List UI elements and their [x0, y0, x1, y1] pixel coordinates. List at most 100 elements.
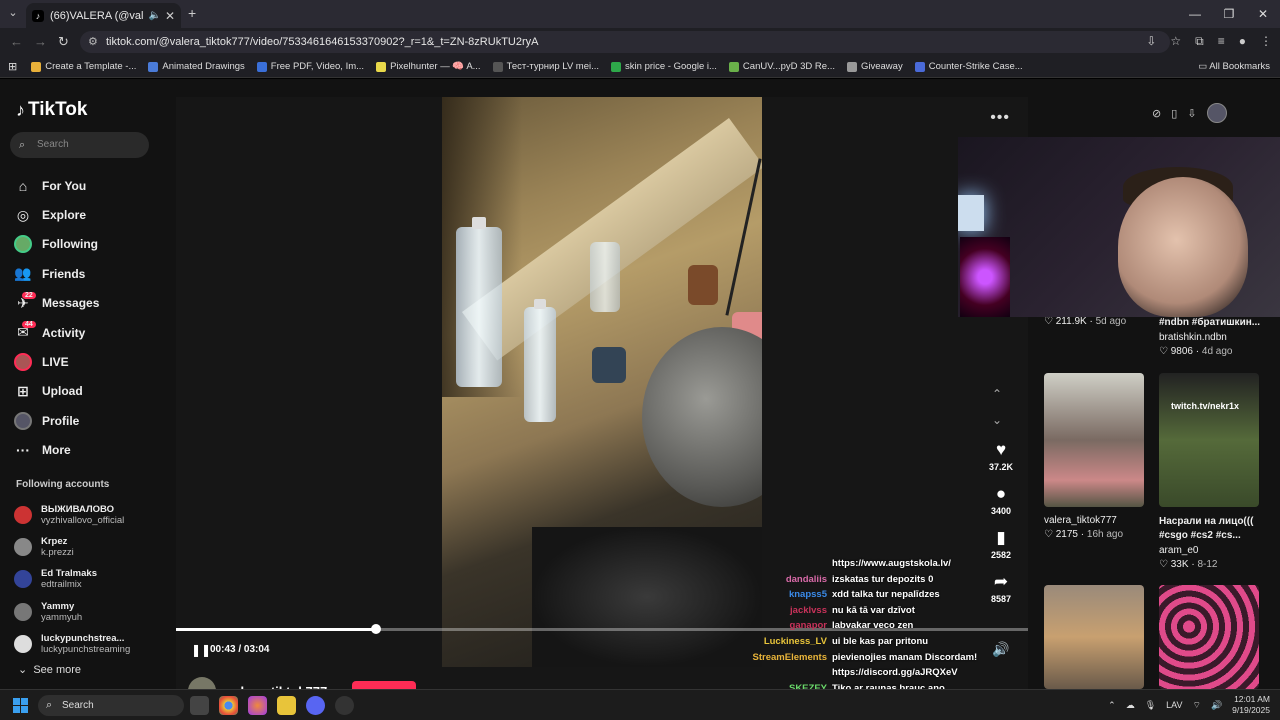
nav-item-upload[interactable]: ⊞ Upload [14, 377, 99, 406]
task-view-icon[interactable] [190, 696, 209, 715]
bookmark-item[interactable]: Giveaway [846, 61, 903, 72]
back-icon[interactable]: ← [10, 34, 23, 49]
nav-item-messages[interactable]: ✈ 22 Messages [14, 289, 99, 318]
device-icon[interactable]: ▯ [1171, 107, 1177, 120]
avatar [14, 538, 32, 557]
minimize-icon[interactable]: — [1178, 0, 1212, 28]
speaker-icon[interactable]: 🔊 [1211, 700, 1222, 711]
following-account[interactable]: Krpez k.prezzi [14, 531, 130, 563]
download-icon[interactable]: ⇩ [1187, 107, 1196, 120]
following-account[interactable]: luckypunchstrea... luckypunchstreaming [14, 628, 130, 660]
new-tab-icon[interactable]: + [188, 5, 196, 21]
url-field[interactable]: ⚙ tiktok.com/@valera_tiktok777/video/753… [80, 31, 1170, 53]
user-avatar[interactable] [1206, 103, 1227, 123]
nav-item-friends[interactable]: 👥 Friends [14, 259, 99, 288]
install-icon[interactable]: ⇩ [1146, 34, 1156, 49]
profile-icon[interactable]: ● [1239, 34, 1246, 49]
windows-start-icon[interactable] [13, 698, 28, 713]
bookmark-icon[interactable]: ▮ [980, 528, 1022, 548]
video-cup [590, 242, 620, 312]
chat-text: xdd talka tur nepalīdzes [832, 589, 940, 601]
tab-list-icon[interactable]: ⌄ [5, 6, 21, 22]
menu-icon[interactable]: ⋮ [1260, 34, 1272, 49]
nav-item-for-you[interactable]: ⌂ For You [14, 171, 99, 200]
video-thumbnail[interactable] [1044, 373, 1144, 507]
network-icon[interactable]: ☁ [1126, 700, 1135, 711]
see-more-button[interactable]: ⌄ See more [18, 663, 81, 676]
apps-icon[interactable]: ⊞ [8, 60, 17, 73]
video-thumbnail[interactable]: twitch.tv/nekr1x [1159, 373, 1259, 507]
video-frame[interactable] [442, 97, 762, 667]
chat-text: ui ble kas par pritonu [832, 635, 929, 647]
following-account[interactable]: ВЫЖИВАЛОВО vyzhivallovo_official [14, 499, 130, 531]
chat-text: https://discord.gg/aJRQXeV [832, 667, 958, 679]
media-icon[interactable]: ≡ [1218, 34, 1225, 49]
chat-message: knapss5 xdd talka tur nepalīdzes [750, 589, 990, 605]
video-thumbnail[interactable] [1159, 585, 1259, 689]
bookmark-label: Counter-Strike Case... [928, 61, 1023, 72]
audio-icon[interactable]: 🔈 [148, 10, 160, 21]
heart-icon[interactable]: ♥ [980, 440, 1022, 460]
more-options-icon[interactable]: ••• [990, 109, 1010, 127]
pause-icon[interactable]: ❚❚ [191, 643, 211, 657]
following-account[interactable]: Ed Tralmaks edtrailmix [14, 563, 130, 595]
bookmark-item[interactable]: skin price - Google i... [611, 61, 717, 72]
nav-item-live[interactable]: LIVE [14, 347, 99, 376]
chat-username [750, 667, 832, 683]
site-info-icon[interactable]: ⚙ [88, 31, 98, 53]
following-account[interactable]: Yammy yammyuh [14, 596, 130, 628]
tile-title[interactable]: #ndbn #братишкин... [1159, 317, 1269, 328]
restore-icon[interactable]: ❐ [1212, 0, 1246, 28]
all-bookmarks-button[interactable]: ▭ All Bookmarks [1198, 61, 1270, 72]
bookmark-item[interactable]: Counter-Strike Case... [914, 61, 1023, 72]
heart-action[interactable]: ♥ 37.2K [980, 440, 1022, 472]
search-input[interactable]: ⌕ Search [10, 132, 149, 158]
nav-item-explore[interactable]: ◎ Explore [14, 200, 99, 229]
chevron-down-icon: ⌄ [18, 664, 31, 676]
volume-icon[interactable]: 🔊 [992, 641, 1009, 658]
bookmark-item[interactable]: CanUV...pyD 3D Re... [728, 61, 835, 72]
discord-icon[interactable] [306, 696, 325, 715]
browser-tab[interactable]: ♪ (66)VALERA (@valera_tiktok 🔈 ✕ [26, 3, 181, 28]
coin-icon[interactable]: ⊘ [1152, 107, 1161, 120]
bookmark-item[interactable]: Тест-турнир LV mei... [492, 61, 599, 72]
forward-icon[interactable]: → [34, 34, 47, 49]
chrome-icon[interactable] [219, 696, 238, 715]
bookmark-item[interactable]: Free PDF, Video, Im... [256, 61, 364, 72]
video-thumbnail[interactable] [1044, 585, 1144, 689]
tile-author[interactable]: valera_tiktok777 [1044, 515, 1117, 526]
wifi-icon[interactable]: ⌔ [1192, 700, 1200, 711]
bookmark-item[interactable]: Create a Template -... [31, 61, 136, 72]
avatar [14, 235, 32, 254]
tab-close-icon[interactable]: ✕ [165, 9, 175, 23]
chevron-up-icon[interactable]: ⌃ [992, 387, 1002, 401]
file-explorer-icon[interactable] [277, 696, 296, 715]
tile-author[interactable]: bratishkin.ndbn [1159, 332, 1227, 343]
bookmark-action[interactable]: ▮ 2582 [980, 528, 1022, 560]
reload-icon[interactable]: ↻ [58, 34, 69, 50]
language-indicator[interactable]: LAV [1166, 700, 1182, 710]
taskbar-search[interactable]: ⌕ Search [38, 695, 184, 716]
progress-knob[interactable] [371, 624, 381, 634]
comment-action[interactable]: ● 3400 [980, 484, 1022, 516]
tiktok-logo[interactable]: ♪ TikTok [16, 99, 87, 121]
tile-title[interactable]: Насрали на лицо((( #csgo #cs2 #cs... [1159, 515, 1274, 543]
clock[interactable]: 12:01 AM 9/19/2025 [1232, 694, 1270, 716]
nav-item-more[interactable]: ··· More [14, 436, 99, 465]
nav-item-activity[interactable]: ✉ 44 Activity [14, 318, 99, 347]
bookmark-item[interactable]: Animated Drawings [148, 61, 245, 72]
extensions-icon[interactable]: ⧉ [1195, 34, 1204, 49]
nav-item-following[interactable]: Following [14, 230, 99, 259]
chevron-up-icon[interactable]: ⌃ [1108, 700, 1116, 711]
comment-icon[interactable]: ● [980, 484, 1022, 504]
firefox-icon[interactable] [248, 696, 267, 715]
chevron-down-icon[interactable]: ⌄ [992, 413, 1002, 427]
obs-icon[interactable] [335, 696, 354, 715]
bookmark-item[interactable]: Pixelhunter — 🧠 A... [376, 61, 481, 72]
microphone-icon[interactable]: 🎙 [1145, 700, 1156, 711]
star-icon[interactable]: ☆ [1170, 34, 1181, 49]
window-close-icon[interactable]: ✕ [1246, 0, 1280, 28]
tile-author[interactable]: aram_e0 [1159, 545, 1198, 556]
nav-item-profile[interactable]: Profile [14, 406, 99, 435]
profile-avatar [14, 411, 32, 430]
